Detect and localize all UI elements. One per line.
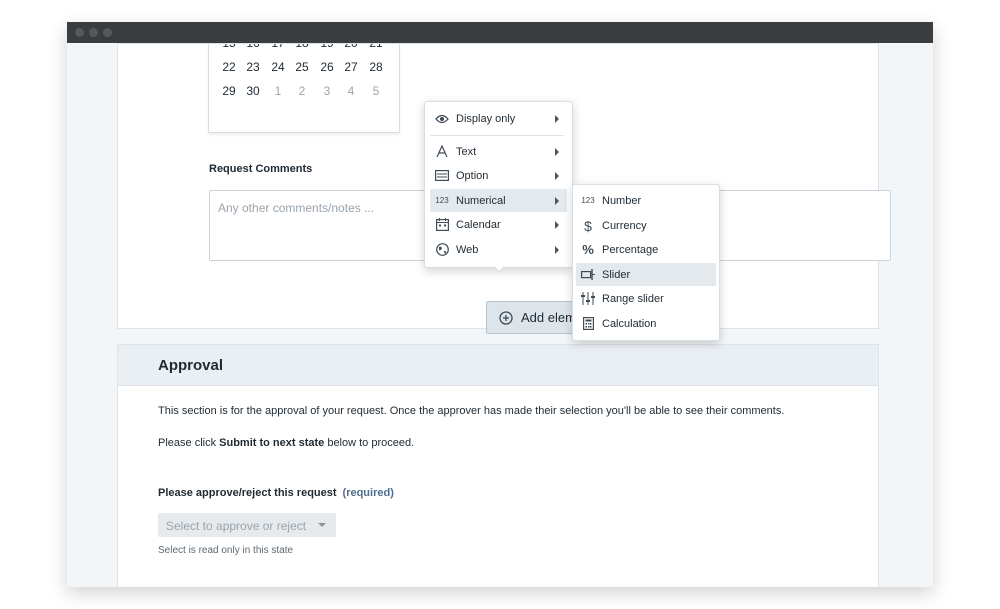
approve-reject-select[interactable]: Select to approve or reject	[158, 513, 336, 537]
calendar-row: 29 30 1 2 3 4 5	[209, 84, 399, 104]
menu-divider	[430, 135, 564, 136]
submenu-item-label: Calculation	[602, 317, 657, 330]
menu-item-text[interactable]: Text	[430, 140, 567, 163]
calendar-day[interactable]: 23	[241, 60, 265, 74]
list-icon	[434, 168, 450, 184]
submenu-item-number[interactable]: 123 Number	[576, 189, 716, 212]
instruction-bold: Submit to next state	[219, 437, 325, 449]
instruction-prefix: Please click	[158, 437, 220, 449]
submenu-item-range-slider[interactable]: Range slider	[576, 287, 716, 310]
calendar-day-next-month[interactable]: 1	[266, 84, 290, 98]
approve-question-text: Please approve/reject this request	[158, 487, 337, 499]
menu-pointer	[493, 265, 505, 271]
calendar-day[interactable]: 25	[290, 60, 314, 74]
approve-question: Please approve/reject this request (requi…	[158, 487, 394, 499]
menu-item-numerical[interactable]: 123 Numerical	[430, 189, 567, 212]
calendar-day[interactable]: 21	[364, 44, 388, 50]
submenu-item-percentage[interactable]: % Percentage	[576, 238, 716, 261]
approval-title: Approval	[158, 357, 224, 374]
123-icon: 123	[581, 196, 595, 205]
menu-item-label: Text	[456, 145, 477, 158]
chevron-right-icon	[555, 197, 559, 205]
calendar-day[interactable]: 16	[241, 44, 265, 50]
submenu-item-label: Range slider	[602, 292, 664, 305]
chevron-down-icon	[318, 523, 326, 527]
calendar-day[interactable]: 15	[217, 44, 241, 50]
eye-icon	[434, 111, 450, 127]
calendar-day[interactable]: 29	[217, 84, 241, 98]
calendar: 15 16 17 18 19 20 21 22 23 24 25 26 27 2…	[208, 44, 400, 133]
select-placeholder: Select to approve or reject	[166, 519, 307, 533]
menu-item-label: Web	[456, 243, 479, 256]
minimize-dot-icon[interactable]	[89, 28, 98, 37]
calendar-day[interactable]: 30	[241, 84, 265, 98]
percent-icon: %	[582, 242, 594, 257]
dollar-icon: $	[584, 217, 592, 234]
submenu-item-label: Slider	[602, 268, 631, 281]
calendar-day[interactable]: 17	[266, 44, 290, 50]
menu-item-label: Display only	[456, 112, 516, 125]
calendar-row: 22 23 24 25 26 27 28	[209, 60, 399, 80]
calendar-day[interactable]: 27	[339, 60, 363, 74]
menu-item-label: Option	[456, 169, 489, 182]
approval-instruction: Please click Submit to next state below …	[158, 437, 414, 449]
calendar-day[interactable]: 20	[339, 44, 363, 50]
submenu-item-calculation[interactable]: Calculation	[576, 312, 716, 335]
plus-circle-icon	[499, 310, 513, 325]
chevron-right-icon	[555, 246, 559, 254]
comments-label: Request Comments	[209, 163, 313, 175]
menu-item-display-only[interactable]: Display only	[430, 107, 567, 130]
calendar-day[interactable]: 18	[290, 44, 314, 50]
submenu-item-slider[interactable]: Slider	[576, 263, 716, 286]
slider-icon	[580, 267, 596, 283]
calendar-day[interactable]: 24	[266, 60, 290, 74]
numerical-submenu: 123 Number $ Currency % Percentage Slide…	[572, 184, 720, 341]
menu-item-calendar[interactable]: Calendar	[430, 213, 567, 236]
submenu-item-label: Currency	[602, 219, 647, 232]
required-badge: (required)	[342, 487, 394, 499]
element-type-menu: Display only Text Option 123 Numerical C…	[424, 101, 573, 268]
submenu-item-currency[interactable]: $ Currency	[576, 214, 716, 237]
maximize-dot-icon[interactable]	[103, 28, 112, 37]
calendar-icon	[434, 217, 450, 233]
select-helper-text: Select is read only in this state	[158, 545, 294, 556]
window-titlebar	[67, 22, 933, 43]
text-a-icon	[434, 144, 450, 160]
calendar-day[interactable]: 19	[315, 44, 339, 50]
approval-header: Approval	[118, 345, 878, 386]
submenu-item-label: Number	[602, 194, 642, 207]
globe-icon	[434, 242, 450, 258]
calendar-day[interactable]: 22	[217, 60, 241, 74]
chevron-right-icon	[555, 221, 559, 229]
chevron-right-icon	[555, 115, 559, 123]
approval-panel: Approval This section is for the approva…	[117, 344, 879, 587]
comments-placeholder: Any other comments/notes ...	[218, 201, 375, 215]
calendar-row-partial: 15 16 17 18 19 20 21	[209, 44, 399, 56]
calendar-day-next-month[interactable]: 2	[290, 84, 314, 98]
chevron-right-icon	[555, 172, 559, 180]
calendar-day-next-month[interactable]: 5	[364, 84, 388, 98]
123-icon: 123	[435, 196, 449, 205]
calendar-day-next-month[interactable]: 3	[315, 84, 339, 98]
close-dot-icon[interactable]	[75, 28, 84, 37]
menu-item-label: Numerical	[456, 194, 506, 207]
menu-item-web[interactable]: Web	[430, 238, 567, 261]
chevron-right-icon	[555, 148, 559, 156]
calendar-day[interactable]: 26	[315, 60, 339, 74]
submenu-item-label: Percentage	[602, 243, 659, 256]
menu-item-option[interactable]: Option	[430, 164, 567, 187]
approval-description: This section is for the approval of your…	[158, 405, 785, 417]
calendar-day-next-month[interactable]: 4	[339, 84, 363, 98]
browser-window: 15 16 17 18 19 20 21 22 23 24 25 26 27 2…	[67, 22, 933, 587]
instruction-suffix: below to proceed.	[324, 437, 415, 449]
calendar-day[interactable]: 28	[364, 60, 388, 74]
calculator-icon	[580, 316, 596, 332]
range-slider-icon	[580, 291, 596, 307]
menu-item-label: Calendar	[456, 218, 501, 231]
